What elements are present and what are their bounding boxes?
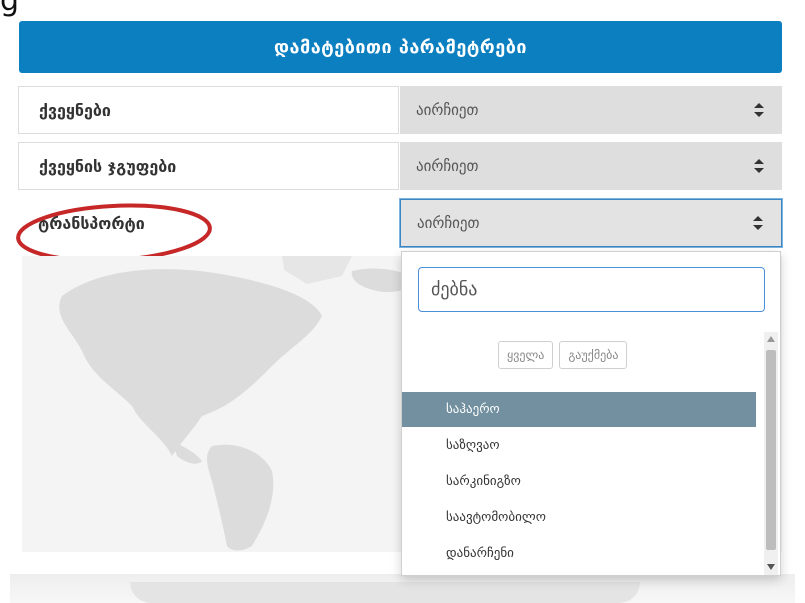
dropdown-search-input[interactable] xyxy=(418,267,765,312)
scroll-down-arrow-icon[interactable] xyxy=(767,564,775,570)
dropdown-option-other[interactable]: დანარჩენი xyxy=(402,535,756,571)
filter-label-transport: ტრანსპორტი xyxy=(18,199,399,247)
dropdown-option-sea[interactable]: საზღვაო xyxy=(402,427,756,463)
panel-header-title: დამატებითი პარამეტრები xyxy=(19,21,782,73)
country-groups-select[interactable]: აირჩიეთ xyxy=(400,142,782,190)
dropdown-action-buttons: ყველა გაუქმება xyxy=(498,341,628,369)
sort-icon xyxy=(753,216,763,230)
filter-label-country-groups: ქვეყნის ჯგუფები xyxy=(18,142,399,190)
scrollbar-thumb[interactable] xyxy=(766,350,776,550)
countries-select-value: აირჩიეთ xyxy=(416,101,479,119)
dropdown-scrollbar[interactable] xyxy=(764,332,778,575)
filter-label-countries: ქვეყნები xyxy=(18,86,399,134)
dropdown-option-list: საჰაერო საზღვაო სარკინიგზო საავტომობილო … xyxy=(402,392,756,571)
filter-row-transport: ტრანსპორტი აირჩიეთ xyxy=(18,199,782,247)
countries-select[interactable]: აირჩიეთ xyxy=(400,86,782,134)
transport-select-value: აირჩიეთ xyxy=(417,214,480,232)
sort-icon xyxy=(754,159,764,173)
filter-row-country-groups: ქვეყნის ჯგუფები აირჩიეთ xyxy=(18,142,782,190)
select-all-button[interactable]: ყველა xyxy=(498,341,554,369)
transport-select[interactable]: აირჩიეთ xyxy=(400,199,782,247)
filter-row-countries: ქვეყნები აირჩიეთ xyxy=(18,86,782,134)
dropdown-option-road[interactable]: საავტომობილო xyxy=(402,499,756,535)
dropdown-option-air[interactable]: საჰაერო xyxy=(402,392,756,427)
deselect-all-button[interactable]: გაუქმება xyxy=(559,341,628,369)
scroll-up-arrow-icon[interactable] xyxy=(767,336,775,342)
transport-dropdown-panel: ყველა გაუქმება საჰაერო საზღვაო სარკინიგზ… xyxy=(401,251,781,576)
dropdown-option-rail[interactable]: სარკინიგზო xyxy=(402,463,756,499)
country-groups-select-value: აირჩიეთ xyxy=(416,157,479,175)
bottom-shadow-shape xyxy=(130,582,640,603)
page-heading-fragment: g xyxy=(0,0,20,18)
sort-icon xyxy=(754,103,764,117)
